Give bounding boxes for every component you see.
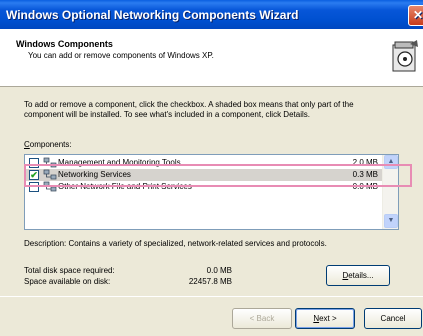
wizard-header: Windows Components You can add or remove… xyxy=(0,29,423,87)
list-item[interactable]: Other Network File and Print Services 0.… xyxy=(25,181,382,193)
components-label: Components: xyxy=(24,140,72,149)
list-item[interactable]: Management and Monitoring Tools 2.0 MB xyxy=(25,157,382,169)
component-description: Description: Contains a variety of speci… xyxy=(24,239,327,248)
cancel-label: Cancel xyxy=(380,314,406,323)
disk-space-values: 0.0 MB 22457.8 MB xyxy=(182,265,232,287)
chevron-up-icon: ▲ xyxy=(387,158,395,165)
checkmark-icon: ✔ xyxy=(30,170,38,180)
components-list[interactable]: Management and Monitoring Tools 2.0 MB ✔… xyxy=(24,154,399,230)
network-component-icon xyxy=(43,157,57,168)
chevron-down-icon: ▼ xyxy=(387,217,395,224)
component-checkbox[interactable] xyxy=(29,158,39,168)
list-item[interactable]: ✔ Networking Services 0.3 MB xyxy=(25,169,382,181)
component-name: Other Network File and Print Services xyxy=(58,182,192,191)
component-name: Networking Services xyxy=(58,170,131,179)
instructions-text: To add or remove a component, click the … xyxy=(24,100,354,119)
title-bar[interactable]: Windows Optional Networking Components W… xyxy=(0,0,423,29)
components-box-icon xyxy=(392,40,418,72)
component-size: 0.3 MB xyxy=(352,170,378,179)
scroll-down-button[interactable]: ▼ xyxy=(384,214,398,228)
disk-required-value: 0.0 MB xyxy=(206,266,232,275)
component-name: Management and Monitoring Tools xyxy=(58,158,181,167)
header-subtitle: You can add or remove components of Wind… xyxy=(28,51,214,60)
details-label: etails... xyxy=(348,271,374,280)
back-button[interactable]: < Back xyxy=(232,308,292,329)
disk-required-label: Total disk space required: xyxy=(24,266,115,275)
network-component-icon xyxy=(43,169,57,180)
vertical-scrollbar[interactable]: ▲ ▼ xyxy=(382,155,398,229)
component-checkbox[interactable] xyxy=(29,182,39,192)
disk-available-label: Space available on disk: xyxy=(24,277,111,286)
next-label: ext > xyxy=(319,314,337,323)
scroll-up-button[interactable]: ▲ xyxy=(384,155,398,169)
close-button[interactable]: ✕ xyxy=(408,5,423,26)
component-size: 2.0 MB xyxy=(352,158,378,167)
disk-available-value: 22457.8 MB xyxy=(188,277,232,286)
window-title: Windows Optional Networking Components W… xyxy=(6,8,299,22)
header-title: Windows Components xyxy=(16,39,113,49)
component-checkbox-checked[interactable]: ✔ xyxy=(29,170,39,180)
components-label-rest: omponents: xyxy=(29,140,72,149)
network-component-icon xyxy=(43,181,57,192)
next-button[interactable]: Next > xyxy=(295,308,355,329)
component-size: 0.0 MB xyxy=(352,182,378,191)
back-label: < Back xyxy=(249,314,275,323)
close-icon: ✕ xyxy=(413,8,423,22)
disk-space-labels: Total disk space required: Space availab… xyxy=(24,265,115,287)
details-button[interactable]: Details... xyxy=(326,265,390,286)
footer-divider xyxy=(0,296,423,297)
wizard-window: Windows Optional Networking Components W… xyxy=(0,0,423,336)
cancel-button[interactable]: Cancel xyxy=(364,308,422,329)
